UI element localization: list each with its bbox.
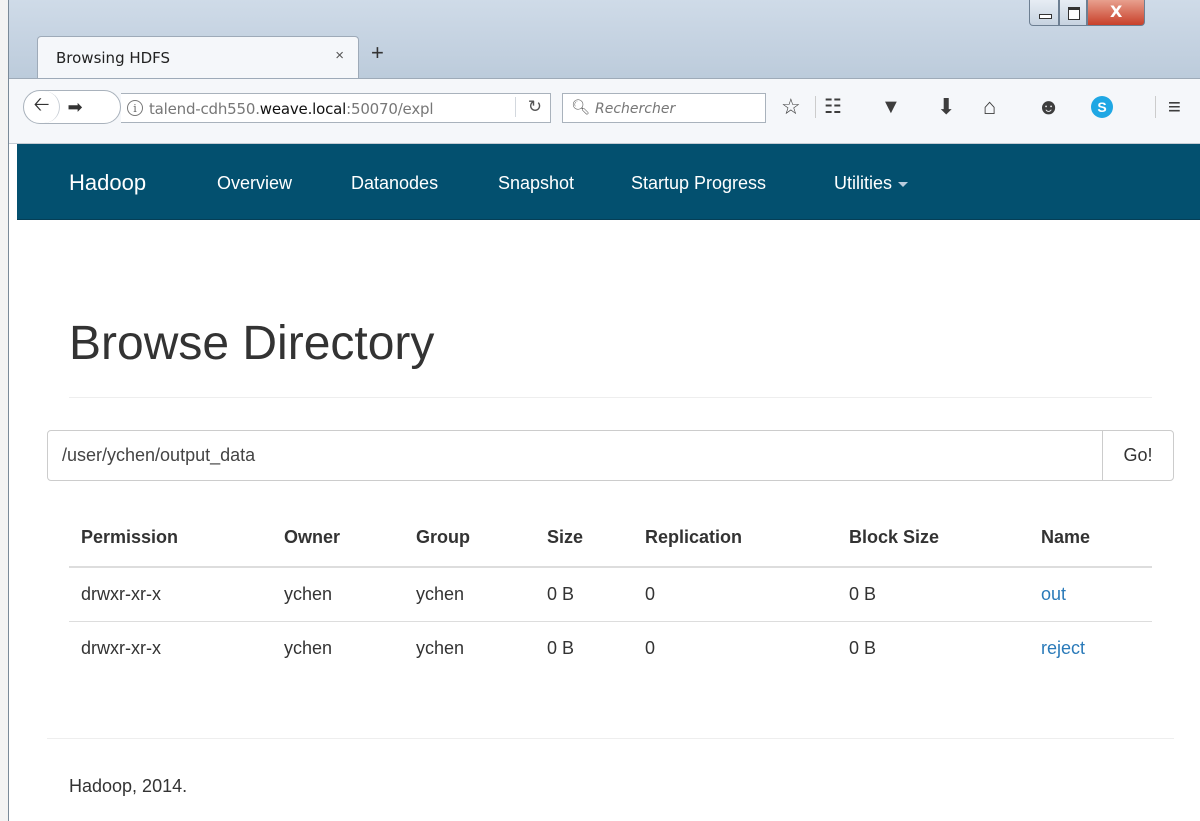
cell-replication: 0 [633,567,837,622]
nav-overview[interactable]: Overview [217,173,292,194]
directory-path-input[interactable] [47,430,1103,481]
pocket-icon[interactable]: ▼ [881,96,901,118]
reading-list-icon[interactable]: ☷ [815,96,842,118]
cell-replication: 0 [645,637,656,658]
col-block-size[interactable]: Block Size [837,509,1029,568]
tab-close-icon[interactable]: × [335,47,344,64]
url-rest: :50070/expl [346,100,434,118]
col-group[interactable]: Group [404,509,535,568]
table-header-row: Permission Owner Group Size Replication … [69,509,1152,568]
table-row: drwxr-xr-x ychen ychen 0 B 0 0 B out [69,567,1152,622]
home-icon[interactable]: ⌂ [983,96,996,118]
info-icon[interactable]: i [127,100,143,116]
browser-window: Browsing HDFS × + X 🡠 ➡ i talend-cdh550.… [8,0,1200,821]
search-bar[interactable]: 🔍︎ Rechercher [562,93,766,123]
cell-name: reject [1029,621,1152,675]
page-title: Browse Directory [69,317,435,370]
cell-owner: ychen [272,567,404,622]
page-content: Hadoop Overview Datanodes Snapshot Start… [9,144,1200,821]
nav-utilities-label: Utilities [834,173,893,193]
chat-icon[interactable]: ☻ [1037,96,1060,118]
menu-icon[interactable]: ≡ [1155,96,1181,118]
col-replication[interactable]: Replication [633,509,837,568]
browser-tab[interactable]: Browsing HDFS × [37,36,359,78]
nav-utilities[interactable]: Utilities [834,173,909,194]
nav-startup-progress[interactable]: Startup Progress [631,173,766,194]
skype-icon[interactable]: S [1091,96,1113,118]
table-row: drwxr-xr-x ychen ychen 0 B 0 0 B reject [69,621,1152,675]
cell-group: ychen [416,637,465,658]
divider [69,397,1152,398]
back-forward-group: 🡠 ➡ [23,90,121,124]
col-owner[interactable]: Owner [272,509,404,568]
cell-size: 0 B [547,637,575,658]
footer-text: Hadoop, 2014. [69,776,188,796]
minimize-button[interactable] [1029,0,1059,26]
tab-title: Browsing HDFS [56,49,171,67]
bookmark-star-icon[interactable]: ☆ [781,96,801,118]
forward-icon[interactable]: ➡ [64,91,86,123]
back-icon[interactable]: 🡠 [24,91,60,123]
url-domain: weave.local [259,100,347,118]
directory-table: Permission Owner Group Size Replication … [69,509,1152,675]
name-link[interactable]: reject [1041,638,1085,658]
close-window-button[interactable]: X [1087,0,1145,26]
tab-strip: Browsing HDFS × + X [9,0,1200,78]
go-button[interactable]: Go! [1102,430,1174,481]
search-placeholder: Rechercher [595,101,676,117]
nav-toolbar: 🡠 ➡ i talend-cdh550.weave.local:50070/ex… [9,78,1200,144]
hadoop-navbar: Hadoop Overview Datanodes Snapshot Start… [17,144,1200,220]
cell-name: out [1029,567,1152,622]
search-icon: 🔍︎ [571,99,591,116]
cell-block-size: 0 B [837,567,1029,622]
cell-group: ychen [404,567,535,622]
cell-owner: ychen [284,637,333,658]
cell-permission: drwxr-xr-x [69,567,272,622]
cell-block-size: 0 B [849,637,877,658]
footer-divider [47,738,1174,739]
cell-size: 0 B [535,567,633,622]
close-icon: X [1110,2,1123,21]
caret-down-icon [898,181,909,187]
address-bar[interactable]: i talend-cdh550.weave.local:50070/expl ↻ [121,93,551,123]
name-link[interactable]: out [1041,584,1066,604]
nav-snapshot[interactable]: Snapshot [498,173,574,194]
nav-datanodes[interactable]: Datanodes [351,173,438,194]
new-tab-icon[interactable]: + [371,40,384,66]
cell-permission: drwxr-xr-x [81,637,161,658]
url-prefix: talend-cdh550. [149,100,260,118]
reload-icon[interactable]: ↻ [514,97,542,117]
brand-link[interactable]: Hadoop [69,170,146,196]
col-size[interactable]: Size [535,509,633,568]
url-text: talend-cdh550.weave.local:50070/expl [149,100,433,118]
maximize-button[interactable] [1059,0,1087,26]
col-name[interactable]: Name [1029,509,1152,568]
download-icon[interactable]: ⬇ [937,96,955,118]
col-permission[interactable]: Permission [69,509,272,568]
